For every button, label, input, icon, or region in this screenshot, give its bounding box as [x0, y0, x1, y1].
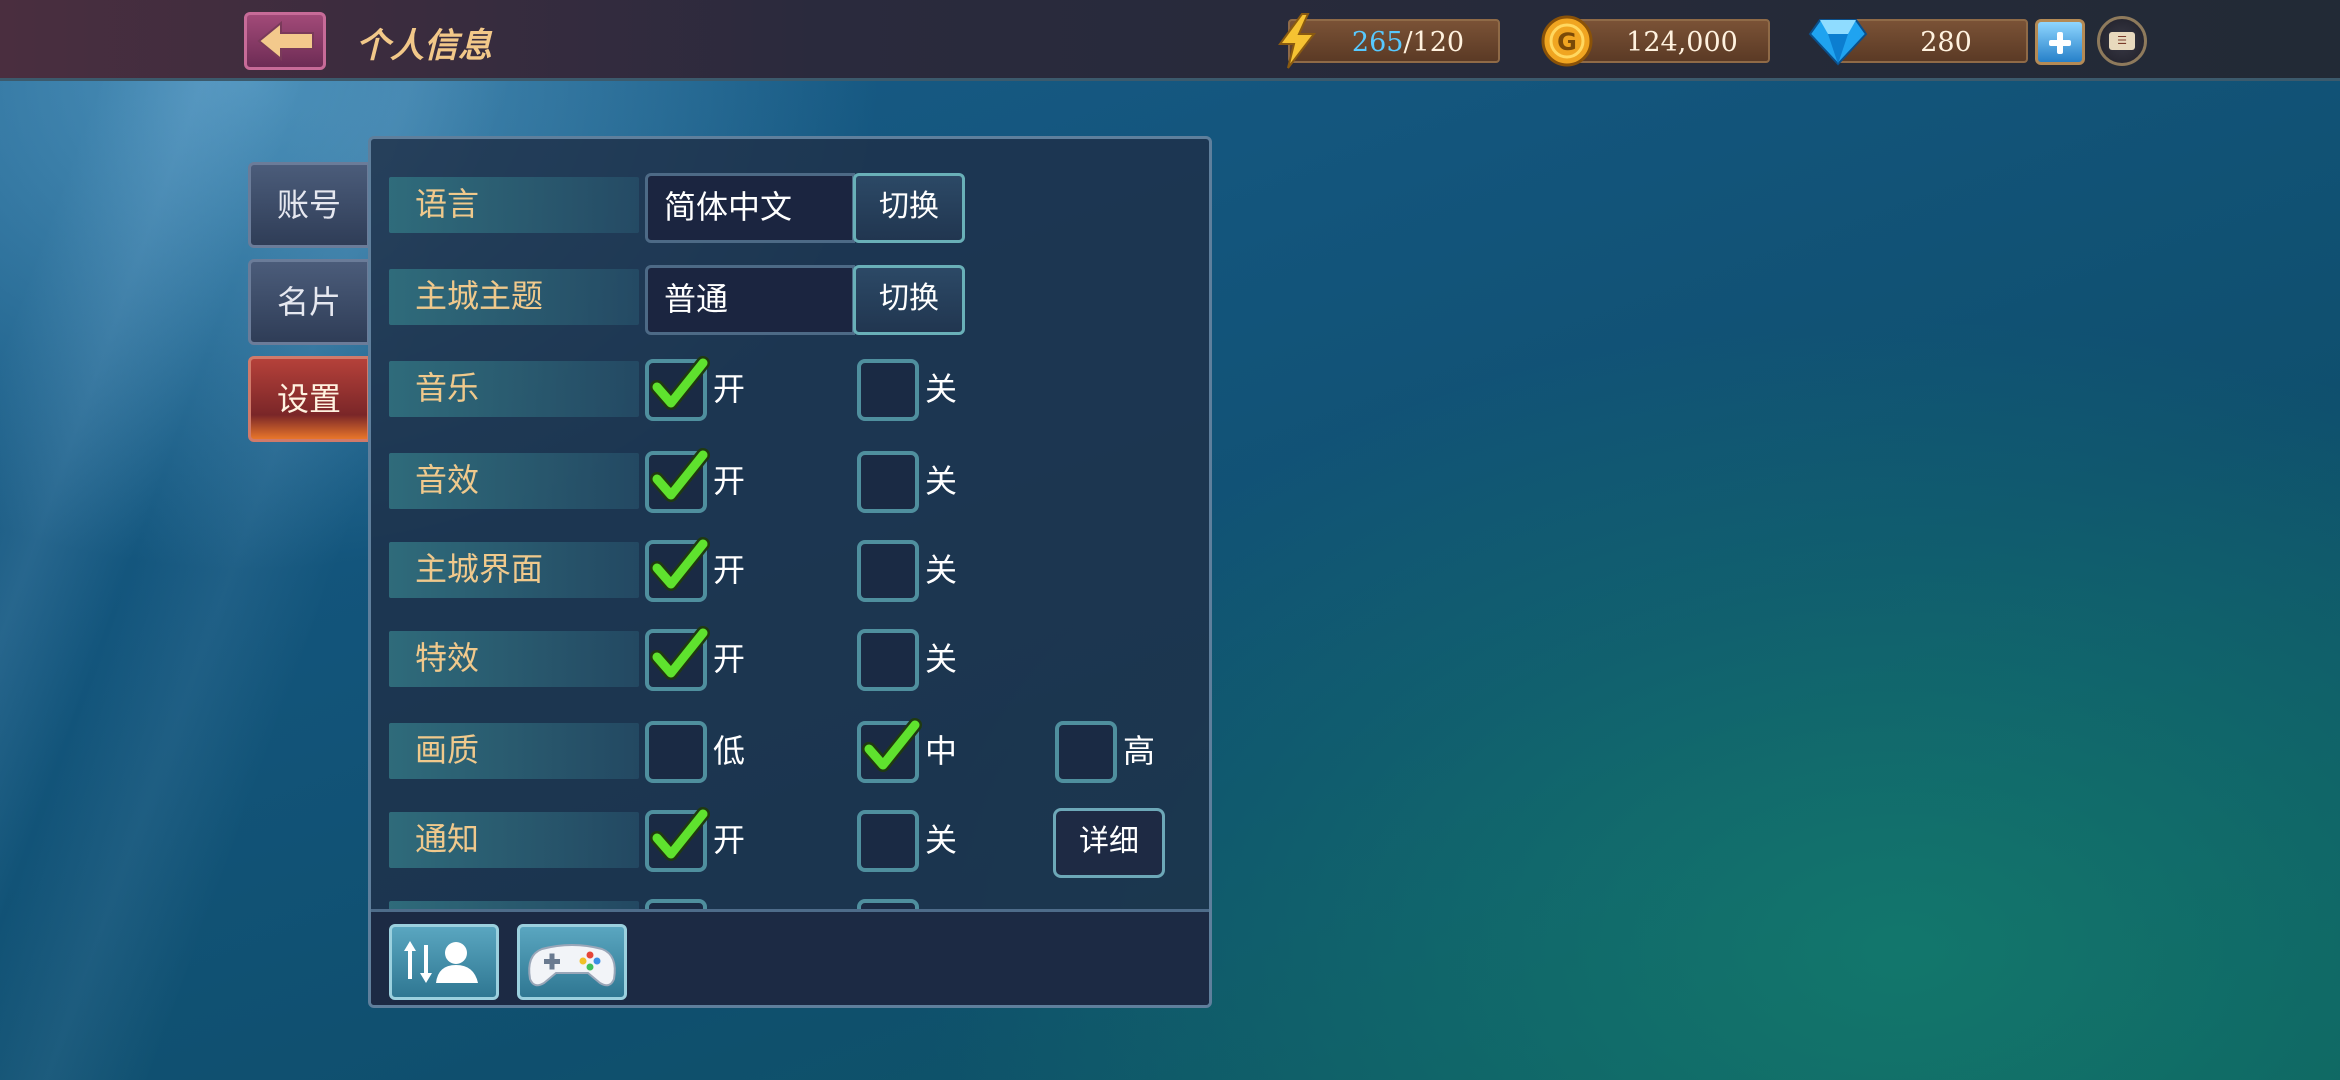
quality-mid-checkbox[interactable] [857, 718, 922, 783]
gold-coin-icon: G [1541, 15, 1593, 67]
setting-label: 主城界面 [389, 542, 639, 598]
page-title: 个人信息 [356, 26, 492, 66]
setting-language: 语言 简体中文 切换 [389, 173, 1189, 243]
chat-icon: ☰ [2109, 32, 2135, 50]
sfx-off-checkbox[interactable] [857, 451, 919, 513]
quality-high-label: 高 [1123, 732, 1156, 770]
setting-city-ui: 主城界面 开 关 [389, 537, 1189, 602]
music-off-label: 关 [925, 370, 958, 408]
theme-switch-button[interactable]: 切换 [853, 265, 965, 335]
notify-off-checkbox[interactable] [857, 810, 919, 872]
energy-current: 265 [1351, 27, 1404, 58]
sfx-on-checkbox[interactable] [645, 448, 710, 513]
notify-detail-button[interactable]: 详细 [1053, 808, 1165, 878]
setting-next-partial [389, 899, 1189, 909]
setting-effects: 特效 开 关 [389, 626, 1189, 691]
setting-label: 特效 [389, 631, 639, 687]
next-option-checkbox[interactable] [857, 899, 919, 909]
chat-button[interactable]: ☰ [2097, 16, 2147, 66]
city-ui-off-checkbox[interactable] [857, 540, 919, 602]
checkmark-icon [862, 718, 922, 772]
gold-amount: 124,000 [1626, 27, 1738, 58]
notify-on-label: 开 [713, 821, 746, 859]
gamepad-icon [528, 944, 616, 987]
music-on-label: 开 [713, 370, 746, 408]
gold-counter: 124,000 [1566, 19, 1770, 63]
theme-value: 普通 [645, 265, 855, 335]
setting-sfx: 音效 开 关 [389, 448, 1189, 513]
checkmark-icon [650, 626, 710, 680]
panel-bottom-bar [371, 909, 1209, 1005]
setting-theme: 主城主题 普通 切换 [389, 265, 1189, 335]
gamepad-button[interactable] [517, 924, 627, 1000]
notify-off-label: 关 [925, 821, 958, 859]
setting-notify: 通知 开 关 详细 [389, 807, 1189, 878]
language-switch-button[interactable]: 切换 [853, 173, 965, 243]
sfx-on-label: 开 [713, 462, 746, 500]
music-off-checkbox[interactable] [857, 359, 919, 421]
effects-off-label: 关 [925, 640, 958, 678]
checkmark-icon [650, 537, 710, 591]
tab-settings[interactable]: 设置 [248, 356, 370, 442]
setting-label: 语言 [389, 177, 639, 233]
quality-mid-label: 中 [925, 732, 958, 770]
gem-amount: 280 [1920, 27, 1972, 58]
back-arrow-icon [257, 21, 314, 61]
city-ui-off-label: 关 [925, 551, 958, 589]
city-ui-on-checkbox[interactable] [645, 537, 710, 602]
effects-on-label: 开 [713, 640, 746, 678]
notify-on-checkbox[interactable] [645, 807, 710, 872]
effects-on-checkbox[interactable] [645, 626, 710, 691]
top-bar: 个人信息 265/120 124,000 G 280 ☰ [0, 0, 2340, 81]
city-ui-on-label: 开 [713, 551, 746, 589]
svg-text:G: G [1557, 28, 1577, 56]
quality-low-checkbox[interactable] [645, 721, 707, 783]
settings-list[interactable]: 语言 简体中文 切换 主城主题 普通 切换 音乐 开 关 音效 开 关 主城界面… [371, 139, 1209, 909]
music-on-checkbox[interactable] [645, 356, 710, 421]
setting-label [389, 901, 639, 909]
account-switch-button[interactable] [389, 924, 499, 1000]
quality-low-label: 低 [713, 732, 746, 770]
setting-label: 画质 [389, 723, 639, 779]
setting-quality: 画质 低 中 高 [389, 718, 1189, 783]
account-switch-icon [404, 941, 478, 983]
setting-label: 音乐 [389, 361, 639, 417]
diamond-icon [1808, 19, 1868, 66]
setting-label: 通知 [389, 812, 639, 868]
tab-account[interactable]: 账号 [248, 162, 370, 248]
tab-card[interactable]: 名片 [248, 259, 370, 345]
language-value: 简体中文 [645, 173, 855, 243]
effects-off-checkbox[interactable] [857, 629, 919, 691]
energy-max: /120 [1403, 27, 1465, 58]
next-option-checkbox[interactable] [645, 899, 707, 909]
checkmark-icon [650, 356, 710, 410]
checkmark-icon [650, 807, 710, 861]
setting-label: 主城主题 [389, 269, 639, 325]
back-button[interactable] [244, 12, 326, 70]
checkmark-icon [650, 448, 710, 502]
quality-high-checkbox[interactable] [1055, 721, 1117, 783]
add-gems-button[interactable] [2035, 19, 2085, 65]
sfx-off-label: 关 [925, 462, 958, 500]
lightning-icon [1278, 13, 1317, 69]
setting-music: 音乐 开 关 [389, 356, 1189, 421]
settings-panel: 语言 简体中文 切换 主城主题 普通 切换 音乐 开 关 音效 开 关 主城界面… [368, 136, 1212, 1008]
setting-label: 音效 [389, 453, 639, 509]
